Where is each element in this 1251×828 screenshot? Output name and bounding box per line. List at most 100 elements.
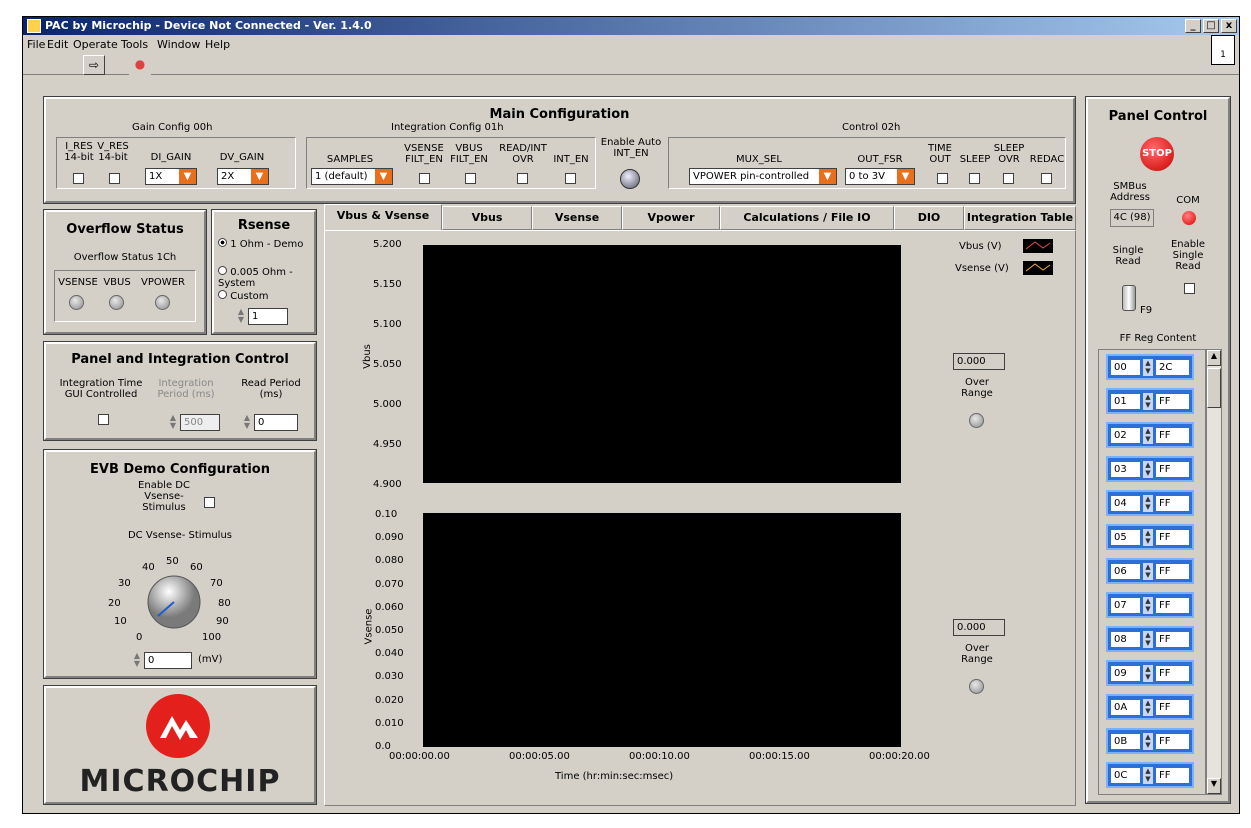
- maximize-button[interactable]: □: [1203, 19, 1219, 33]
- reg-spinner[interactable]: ▲ ▼: [1143, 563, 1153, 580]
- reg-address-input[interactable]: 04: [1111, 496, 1140, 511]
- vbus-filt-checkbox[interactable]: [465, 173, 476, 184]
- tab-vsense[interactable]: Vsense: [532, 206, 622, 230]
- sleep-checkbox[interactable]: [969, 173, 980, 184]
- run-arrow-icon[interactable]: ⇨: [83, 55, 105, 75]
- reg-value-input[interactable]: FF: [1156, 768, 1189, 783]
- out-fsr-select[interactable]: 0 to 3V ▼: [845, 168, 915, 185]
- samples-select[interactable]: 1 (default) ▼: [311, 168, 393, 185]
- reg-address-input[interactable]: 06: [1111, 564, 1140, 579]
- reg-spinner[interactable]: ▲ ▼: [1143, 461, 1153, 478]
- reg-address-input[interactable]: 03: [1111, 462, 1140, 477]
- reg-value-input[interactable]: FF: [1156, 564, 1189, 579]
- y-tick-label: 0.020: [375, 694, 404, 706]
- tab-vbus[interactable]: Vbus: [442, 206, 532, 230]
- read-int-ovr-checkbox[interactable]: [517, 173, 528, 184]
- reg-spinner[interactable]: ▲ ▼: [1143, 665, 1153, 682]
- single-read-toggle[interactable]: [1122, 285, 1136, 311]
- reg-address-input[interactable]: 02: [1111, 428, 1140, 443]
- timeout-checkbox[interactable]: [937, 173, 948, 184]
- read-period-input[interactable]: 0: [254, 414, 298, 431]
- reg-address-input[interactable]: 0A: [1111, 700, 1140, 715]
- dial-svg: 0 10 20 30 40 50 60 70 80 90 100: [108, 556, 231, 643]
- reg-value-input[interactable]: FF: [1156, 462, 1189, 477]
- reg-value-input[interactable]: FF: [1156, 632, 1189, 647]
- menu-tools[interactable]: Tools: [121, 38, 148, 51]
- reg-address-input[interactable]: 08: [1111, 632, 1140, 647]
- stop-icon[interactable]: ●: [129, 55, 151, 75]
- rsense-custom-input[interactable]: 1: [248, 308, 288, 325]
- read-period-spinner[interactable]: ▲ ▼: [242, 414, 252, 431]
- redac-checkbox[interactable]: [1041, 173, 1052, 184]
- reg-value-input[interactable]: FF: [1156, 394, 1189, 409]
- tab-integration-table[interactable]: Integration Table: [964, 206, 1076, 230]
- dv-gain-select[interactable]: 2X ▼: [217, 168, 269, 185]
- radio-icon: [218, 266, 227, 275]
- enable-single-read-checkbox[interactable]: [1184, 283, 1195, 294]
- reg-address-input[interactable]: 09: [1111, 666, 1140, 681]
- reg-value-input[interactable]: FF: [1156, 496, 1189, 511]
- reg-address-input[interactable]: 0C: [1111, 768, 1140, 783]
- di-gain-value: 1X: [149, 171, 163, 182]
- tab-dio[interactable]: DIO: [894, 206, 964, 230]
- reg-value-input[interactable]: FF: [1156, 598, 1189, 613]
- menu-help[interactable]: Help: [205, 38, 230, 51]
- reg-value-input[interactable]: FF: [1156, 530, 1189, 545]
- menu-file[interactable]: File: [27, 38, 45, 51]
- int-en-checkbox[interactable]: [565, 173, 576, 184]
- dial-label-70: 70: [210, 578, 223, 589]
- reg-spinner[interactable]: ▲ ▼: [1143, 699, 1153, 716]
- reg-address-input[interactable]: 05: [1111, 530, 1140, 545]
- reg-spinner[interactable]: ▲ ▼: [1143, 597, 1153, 614]
- tab-vbus-vsense[interactable]: Vbus & Vsense: [324, 204, 442, 230]
- auto-int-toggle[interactable]: [620, 169, 640, 189]
- reg-address-input[interactable]: 0B: [1111, 734, 1140, 749]
- reg-address-input[interactable]: 07: [1111, 598, 1140, 613]
- dc-value-spinner[interactable]: ▲ ▼: [132, 652, 142, 669]
- reg-spinner[interactable]: ▲ ▼: [1143, 495, 1153, 512]
- reg-spinner[interactable]: ▲ ▼: [1143, 427, 1153, 444]
- rsense-option-2[interactable]: 0.005 Ohm - System: [218, 266, 314, 289]
- i-res-checkbox[interactable]: [73, 173, 84, 184]
- reg-value-input[interactable]: FF: [1156, 700, 1189, 715]
- reg-value-input[interactable]: FF: [1156, 734, 1189, 749]
- menu-window[interactable]: Window: [157, 38, 200, 51]
- rsense-option-1[interactable]: 1 Ohm - Demo: [218, 238, 314, 250]
- reg-spinner[interactable]: ▲ ▼: [1143, 529, 1153, 546]
- tab-calculations[interactable]: Calculations / File IO: [720, 206, 894, 230]
- reg-spinner[interactable]: ▲ ▼: [1143, 767, 1153, 784]
- menu-operate[interactable]: Operate: [73, 38, 118, 51]
- tab-vpower[interactable]: Vpower: [622, 206, 720, 230]
- rsense-spinner[interactable]: ▲ ▼: [236, 308, 246, 325]
- enable-dc-checkbox[interactable]: [204, 497, 215, 508]
- reg-spinner[interactable]: ▲ ▼: [1143, 733, 1153, 750]
- scroll-down-icon[interactable]: ▼: [1207, 778, 1221, 794]
- di-gain-select[interactable]: 1X ▼: [145, 168, 197, 185]
- ff-reg-scrollbar[interactable]: ▲ ▼: [1206, 349, 1222, 795]
- reg-address-input[interactable]: 00: [1111, 360, 1140, 375]
- reg-spinner[interactable]: ▲ ▼: [1143, 631, 1153, 648]
- reg-spinner[interactable]: ▲ ▼: [1143, 359, 1153, 376]
- dc-stimulus-dial[interactable]: 0 10 20 30 40 50 60 70 80 90 100: [102, 544, 242, 643]
- close-button[interactable]: x: [1221, 19, 1237, 33]
- mux-sel-select[interactable]: VPOWER pin-controlled ▼: [689, 168, 837, 185]
- scroll-up-icon[interactable]: ▲: [1207, 350, 1221, 366]
- overflow-title: Overflow Status: [66, 222, 184, 237]
- vsense-filt-checkbox[interactable]: [419, 173, 430, 184]
- scroll-thumb[interactable]: [1207, 368, 1221, 408]
- int-time-checkbox[interactable]: [98, 414, 109, 425]
- reg-spinner[interactable]: ▲ ▼: [1143, 393, 1153, 410]
- rsense-option-3[interactable]: Custom: [218, 290, 314, 302]
- reg-address-input[interactable]: 01: [1111, 394, 1140, 409]
- dv-gain-label: DV_GAIN: [219, 152, 265, 163]
- reg-value-input[interactable]: FF: [1156, 666, 1189, 681]
- reg-value-input[interactable]: 2C: [1156, 360, 1189, 375]
- com-led: [1182, 211, 1196, 225]
- menu-edit[interactable]: Edit: [47, 38, 68, 51]
- v-res-checkbox[interactable]: [109, 173, 120, 184]
- minimize-button[interactable]: _: [1185, 19, 1201, 33]
- dc-value-input[interactable]: 0: [144, 652, 192, 669]
- reg-value-input[interactable]: FF: [1156, 428, 1189, 443]
- stop-button[interactable]: STOP: [1140, 137, 1174, 171]
- sleep-ovr-checkbox[interactable]: [1003, 173, 1014, 184]
